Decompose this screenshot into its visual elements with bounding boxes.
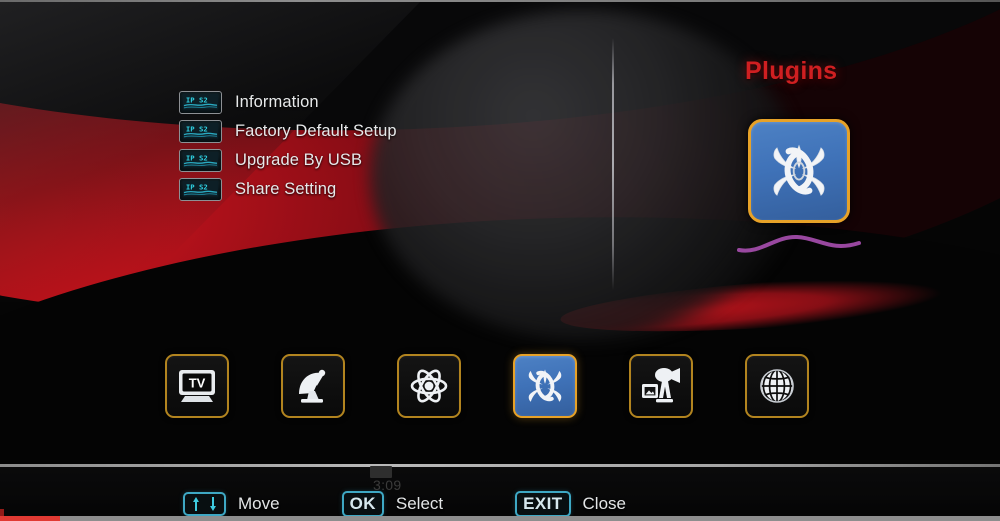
hint-label-select: Select bbox=[395, 494, 444, 513]
tv-icon: TV bbox=[179, 370, 215, 402]
dock-item-media[interactable] bbox=[629, 354, 693, 418]
dock-item-tv[interactable]: TV bbox=[165, 354, 229, 418]
plugins-logo-icon bbox=[773, 144, 825, 196]
movie-camera-icon bbox=[642, 368, 680, 403]
menu-item-share-setting[interactable]: IP S2 Share Setting bbox=[179, 175, 579, 204]
hint-group: Move OK Select EXIT Close bbox=[183, 491, 626, 517]
svg-text:IP S2: IP S2 bbox=[186, 153, 208, 162]
hint-label-close: Close bbox=[582, 494, 626, 513]
settings-menu-list: IP S2 Information IP S2 Factory Default … bbox=[179, 88, 579, 204]
menu-item-label: Factory Default Setup bbox=[235, 122, 397, 140]
set-top-box-osd-screen: IP S2 Information IP S2 Factory Default … bbox=[0, 0, 1000, 521]
ip-s2-badge-icon: IP S2 bbox=[179, 178, 222, 201]
arrow-up-icon bbox=[193, 497, 199, 511]
atom-icon bbox=[410, 369, 448, 403]
svg-text:IP S2: IP S2 bbox=[186, 124, 208, 133]
hint-close: EXIT Close bbox=[515, 491, 626, 517]
menu-item-factory-default-setup[interactable]: IP S2 Factory Default Setup bbox=[179, 117, 579, 146]
hint-label-move: Move bbox=[238, 494, 280, 513]
video-progress-bar[interactable] bbox=[0, 516, 1000, 521]
red-swoosh-graphic bbox=[0, 0, 1000, 521]
menu-item-label: Upgrade By USB bbox=[235, 151, 363, 169]
satellite-dish-icon bbox=[299, 369, 326, 403]
plugins-feature-icon[interactable] bbox=[748, 119, 850, 223]
menu-item-label: Information bbox=[235, 93, 319, 111]
dock-item-installation[interactable] bbox=[281, 354, 345, 418]
hint-move: Move bbox=[183, 492, 280, 516]
ip-s2-badge-icon: IP S2 bbox=[179, 120, 222, 143]
dock-item-settings[interactable] bbox=[397, 354, 461, 418]
menu-item-information[interactable]: IP S2 Information bbox=[179, 88, 579, 117]
video-progress-played bbox=[0, 516, 60, 521]
dock-item-network[interactable] bbox=[745, 354, 809, 418]
menu-item-upgrade-by-usb[interactable]: IP S2 Upgrade By USB bbox=[179, 146, 579, 175]
exit-key-button[interactable]: EXIT bbox=[515, 491, 571, 517]
svg-text:IP S2: IP S2 bbox=[186, 95, 208, 104]
plugins-logo-icon bbox=[528, 369, 562, 402]
ok-key-button[interactable]: OK bbox=[341, 491, 384, 517]
hint-select: OK Select bbox=[341, 491, 444, 517]
video-progress-cap bbox=[0, 509, 4, 516]
video-timestamp: 3:09 bbox=[373, 477, 402, 493]
main-menu-dock: TV bbox=[165, 354, 809, 418]
page-title: Plugins bbox=[745, 57, 838, 85]
menu-item-label: Share Setting bbox=[235, 180, 337, 198]
arrow-down-icon bbox=[210, 497, 216, 511]
ip-s2-badge-icon: IP S2 bbox=[179, 91, 222, 114]
vertical-divider bbox=[612, 38, 614, 290]
svg-text:IP S2: IP S2 bbox=[186, 182, 208, 191]
up-down-arrows-icon[interactable] bbox=[183, 492, 226, 516]
ip-s2-badge-icon: IP S2 bbox=[179, 149, 222, 172]
dock-item-plugins[interactable] bbox=[513, 354, 577, 418]
globe-icon bbox=[760, 369, 794, 403]
svg-text:TV: TV bbox=[189, 376, 206, 391]
